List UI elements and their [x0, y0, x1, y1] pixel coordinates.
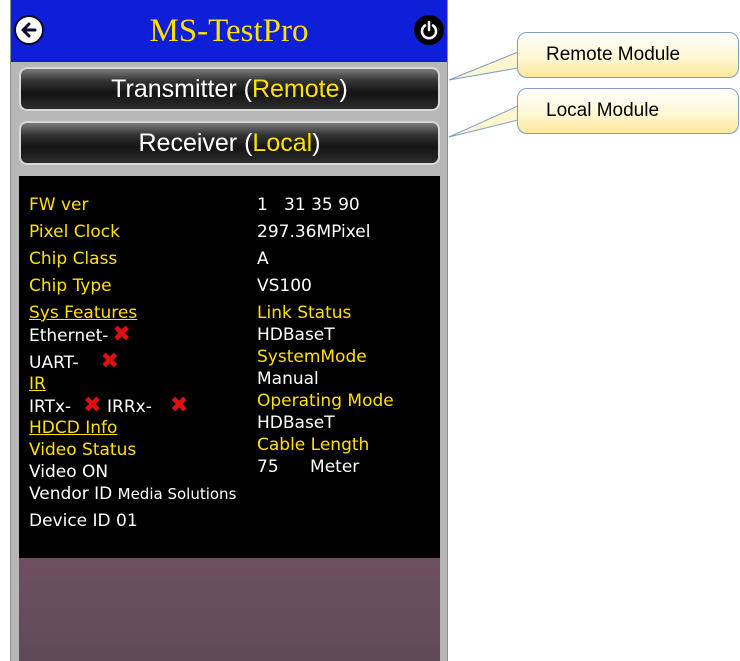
- remote-module-callout: Remote Module: [517, 32, 739, 78]
- local-module-callout: Local Module: [517, 88, 739, 134]
